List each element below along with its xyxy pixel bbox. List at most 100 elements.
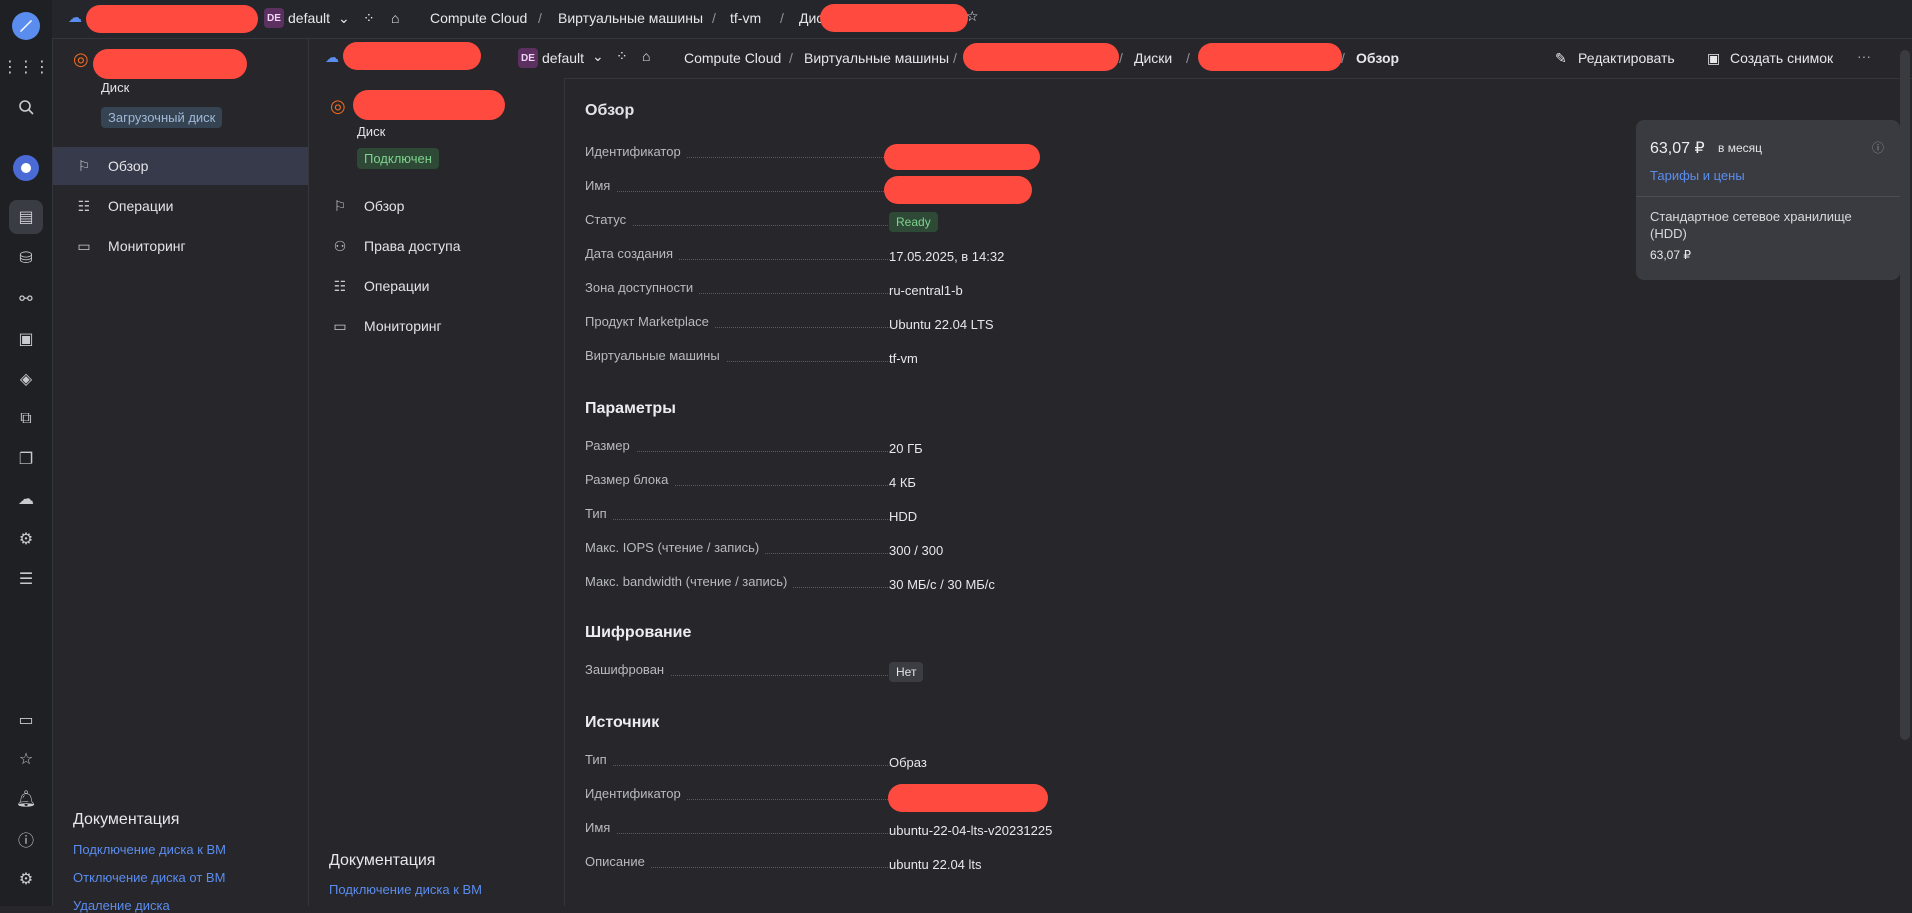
vm-list-icon[interactable]: ▤ — [9, 200, 43, 234]
row-source-name: Имя — [585, 820, 890, 840]
row-size: Размер — [585, 438, 890, 458]
folder-badge: DE — [518, 48, 538, 68]
star-icon[interactable]: ☆ — [9, 742, 43, 776]
redacted-disk-title — [353, 90, 505, 120]
row-status: Статус — [585, 212, 890, 232]
edit-button[interactable]: Редактировать — [1578, 50, 1675, 66]
compute-service-icon[interactable] — [9, 151, 43, 185]
cloud-icon[interactable]: ☁ — [68, 9, 82, 26]
ubuntu-icon: ◎ — [330, 96, 346, 116]
list-icon: ☷ — [77, 197, 91, 214]
redacted-vm-name — [963, 43, 1119, 71]
redacted-disk-name — [1198, 43, 1342, 71]
disk-detail-panel: ◎ Диск Подключен ⚐ Обзор ⚇ Права доступа ☷… — [309, 78, 565, 906]
top-breadcrumb-bar: ☁ DE default ⌄ ⁘ ⌂ Compute Cloud / Вирту… — [52, 0, 1912, 39]
crumb-compute[interactable]: Compute Cloud — [430, 10, 527, 26]
nav-operations[interactable]: ☷ Операции — [53, 187, 308, 225]
help-icon[interactable]: ⓘ — [1872, 139, 1884, 156]
row-source-type: Тип — [585, 752, 890, 772]
row-vms: Виртуальные машины — [585, 348, 890, 368]
flag-icon: ⚐ — [333, 197, 347, 214]
nav-monitoring[interactable]: ▭ Мониторинг — [309, 307, 564, 345]
params-title: Параметры — [585, 400, 676, 417]
bandwidth-value: 30 МБ/с / 30 МБ/с — [889, 577, 995, 592]
doc-link-attach[interactable]: Подключение диска к ВМ — [73, 842, 226, 857]
divider — [1636, 196, 1900, 197]
crumb-disks[interactable]: Диски — [1134, 50, 1172, 66]
price-item-value: 63,07 ₽ — [1650, 248, 1691, 262]
nav-monitoring[interactable]: ▭ Мониторинг — [53, 227, 308, 265]
redacted-id — [884, 144, 1040, 170]
crumb-vms[interactable]: Виртуальные машины — [804, 50, 949, 66]
home-icon[interactable]: ⌂ — [391, 10, 399, 26]
row-zone: Зона доступности — [585, 280, 890, 300]
chevron-down-icon[interactable]: ⌄ — [592, 48, 604, 65]
row-name: Имя — [585, 178, 890, 198]
favorite-star-icon[interactable]: ☆ — [966, 8, 979, 25]
nav-overview[interactable]: ⚐ Обзор — [309, 187, 564, 225]
home-icon[interactable]: ⌂ — [642, 48, 650, 64]
network-icon[interactable]: ⚯ — [9, 282, 43, 316]
terminal-icon[interactable]: ▭ — [9, 703, 43, 737]
redacted-name — [884, 176, 1032, 204]
row-product: Продукт Marketplace — [585, 314, 890, 334]
crumb-vms[interactable]: Виртуальные машины — [558, 10, 703, 26]
doc-link-detach[interactable]: Отключение диска от ВМ — [73, 870, 225, 885]
row-source-desc: Описание — [585, 854, 890, 874]
crumb-compute[interactable]: Compute Cloud — [684, 50, 781, 66]
services-icon[interactable]: ⁘ — [363, 10, 375, 27]
nav-overview[interactable]: ⚐ Обзор — [53, 147, 308, 185]
copy-icon[interactable]: ❐ — [9, 442, 43, 476]
redacted-disk-title — [93, 49, 247, 79]
ubuntu-icon: ◎ — [73, 49, 89, 69]
disk-icon[interactable]: ⛁ — [9, 241, 43, 275]
layers-icon[interactable]: ◈ — [9, 362, 43, 396]
encryption-title: Шифрование — [585, 624, 692, 641]
source-desc-value: ubuntu 22.04 lts — [889, 857, 982, 872]
source-name-value: ubuntu-22-04-lts-v20231225 — [889, 823, 1053, 838]
size-value: 20 ГБ — [889, 441, 923, 456]
image-icon[interactable]: ▣ — [9, 322, 43, 356]
settings-gear-icon[interactable]: ⚙ — [9, 862, 43, 896]
status-badge: Ready — [889, 212, 938, 232]
docs-title: Документация — [73, 811, 180, 828]
page-title: Обзор — [585, 102, 635, 119]
folder-select[interactable]: default — [542, 50, 584, 66]
row-block: Размер блока — [585, 472, 890, 492]
scrollbar[interactable] — [1900, 50, 1910, 740]
cloud-backup-icon[interactable]: ☁ — [9, 482, 43, 516]
monitor-icon: ▭ — [333, 317, 347, 334]
checklist-icon[interactable]: ☰ — [9, 562, 43, 596]
search-icon[interactable] — [9, 90, 43, 124]
create-snapshot-button[interactable]: Создать снимок — [1730, 50, 1833, 66]
pencil-icon[interactable]: ✎ — [1555, 50, 1567, 67]
cloud-icon[interactable]: ☁ — [325, 49, 339, 66]
product-link[interactable]: Ubuntu 22.04 LTS — [889, 317, 994, 332]
more-menu-button[interactable]: ··· — [1857, 48, 1871, 64]
logo-icon[interactable] — [9, 9, 43, 43]
nav-operations[interactable]: ☷ Операции — [309, 267, 564, 305]
redacted-source-id — [888, 784, 1048, 812]
chevron-down-icon[interactable]: ⌄ — [338, 10, 350, 27]
doc-link-attach[interactable]: Подключение диска к ВМ — [329, 882, 482, 897]
monitor-icon: ▭ — [77, 237, 91, 254]
row-created: Дата создания — [585, 246, 890, 266]
price-card: 63,07 ₽ в месяц ⓘ Тарифы и цены Стандарт… — [1636, 120, 1900, 280]
pricing-link[interactable]: Тарифы и цены — [1650, 168, 1745, 183]
folder-select[interactable]: default — [288, 10, 330, 26]
image-snapshot-icon[interactable]: ▣ — [1707, 50, 1720, 67]
help-icon[interactable]: ⓘ — [9, 822, 43, 856]
snapshot-icon[interactable]: ⧉ — [9, 402, 43, 436]
crumb-vm[interactable]: tf-vm — [730, 10, 761, 26]
nav-access-rights[interactable]: ⚇ Права доступа — [309, 227, 564, 265]
boot-disk-tag: Загрузочный диск — [101, 107, 223, 128]
services-icon[interactable]: ⁘ — [616, 48, 628, 65]
apps-grid-icon[interactable]: ⋮⋮⋮ — [2, 50, 50, 84]
gear-service-icon[interactable]: ⚙ — [9, 522, 43, 556]
row-encrypted: Зашифрован — [585, 662, 890, 682]
zone-value: ru-central1-b — [889, 283, 963, 298]
source-type-value: Образ — [889, 755, 927, 770]
source-title: Источник — [585, 714, 660, 731]
vm-link[interactable]: tf-vm — [889, 351, 918, 366]
bell-icon[interactable]: 🔔︎ — [9, 782, 43, 816]
